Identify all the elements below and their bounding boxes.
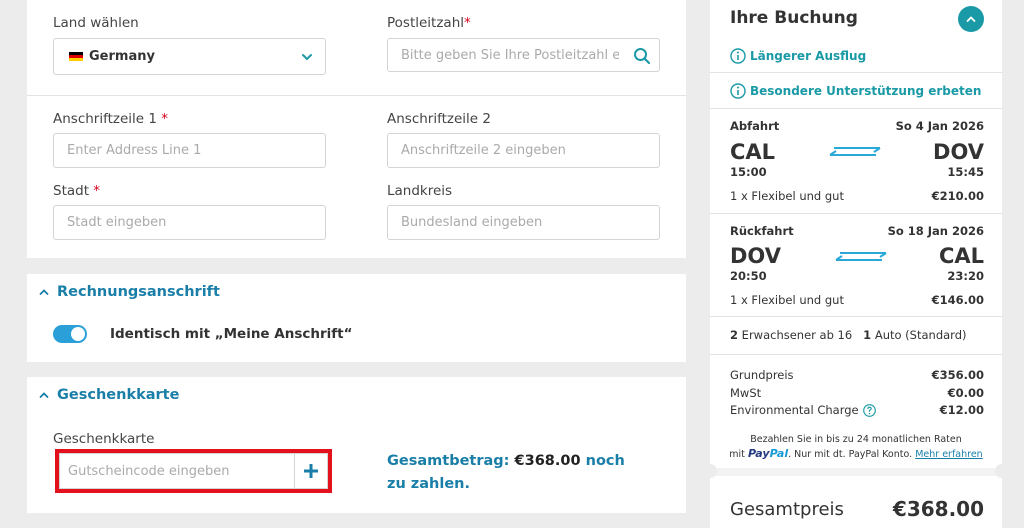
booking-divider bbox=[710, 108, 1002, 109]
outbound-to: DOV bbox=[933, 140, 984, 164]
city-field[interactable] bbox=[53, 205, 326, 240]
outbound-arr-time: 15:45 bbox=[947, 165, 984, 179]
return-fare: 1 x Flexibel und gut bbox=[730, 293, 844, 307]
booking-divider bbox=[710, 316, 1002, 317]
cost-label-env: Environmental Charge bbox=[730, 403, 876, 417]
postcode-label: Postleitzahl* bbox=[387, 15, 471, 31]
info-icon bbox=[730, 83, 746, 99]
special-assistance-link[interactable]: Besondere Unterstützung erbeten bbox=[730, 83, 981, 99]
paypal-logo: PayPal bbox=[747, 447, 789, 460]
total-price-label: Gesamtpreis bbox=[730, 499, 844, 520]
outbound-label: Abfahrt bbox=[730, 119, 780, 133]
learn-more-link[interactable]: Mehr erfahren bbox=[915, 449, 983, 460]
cost-label: Grundpreis bbox=[730, 368, 794, 382]
booking-divider bbox=[710, 72, 1002, 73]
outbound-fare: 1 x Flexibel und gut bbox=[730, 189, 844, 203]
giftcard-input[interactable] bbox=[60, 454, 294, 488]
country-select[interactable]: Germany bbox=[53, 38, 326, 75]
booking-divider bbox=[710, 354, 1002, 355]
booking-divider bbox=[710, 213, 1002, 214]
add-giftcard-button[interactable] bbox=[294, 454, 327, 488]
passengers-summary: 2 Erwachsener ab 16 1 Auto (Standard) bbox=[730, 328, 967, 342]
line2-input[interactable] bbox=[388, 134, 659, 167]
extended-trip-link[interactable]: Längerer Ausflug bbox=[730, 48, 866, 64]
same-address-toggle[interactable] bbox=[53, 325, 87, 343]
total-separator bbox=[710, 468, 1002, 476]
giftcard-title: Geschenkkarte bbox=[57, 387, 180, 403]
giftcard-section-toggle[interactable]: Geschenkkarte bbox=[39, 387, 179, 403]
postcode-input[interactable] bbox=[388, 39, 659, 71]
plus-icon bbox=[304, 464, 318, 478]
collapse-booking-button[interactable] bbox=[958, 6, 984, 32]
line2-field[interactable] bbox=[387, 133, 660, 168]
cost-value: €0.00 bbox=[947, 386, 984, 400]
return-from: DOV bbox=[730, 244, 781, 268]
outbound-date: So 4 Jan 2026 bbox=[895, 119, 984, 133]
postcode-field[interactable] bbox=[387, 38, 660, 72]
country-value: Germany bbox=[89, 49, 155, 64]
chevron-up-icon bbox=[966, 16, 976, 22]
billing-title: Rechnungsanschrift bbox=[57, 284, 220, 300]
chevron-up-icon bbox=[39, 289, 49, 295]
city-input[interactable] bbox=[54, 206, 325, 239]
return-price: €146.00 bbox=[931, 293, 984, 307]
return-to: CAL bbox=[938, 244, 984, 268]
cost-value: €12.00 bbox=[939, 403, 984, 417]
return-dep-time: 20:50 bbox=[730, 269, 767, 283]
giftcard-field-label: Geschenkkarte bbox=[53, 431, 155, 447]
outbound-price: €210.00 bbox=[931, 189, 984, 203]
cost-label: MwSt bbox=[730, 386, 762, 400]
paypal-installments-text: Bezahlen Sie in bis zu 24 monatlichen Ra… bbox=[729, 434, 983, 460]
ticket-notch bbox=[703, 464, 717, 478]
info-icon bbox=[730, 48, 746, 64]
toggle-knob bbox=[71, 327, 85, 341]
line1-input[interactable] bbox=[54, 134, 325, 167]
return-arr-time: 23:20 bbox=[947, 269, 984, 283]
line1-field[interactable] bbox=[53, 133, 326, 168]
giftcard-field[interactable] bbox=[59, 453, 328, 489]
route-arrow-icon bbox=[829, 147, 881, 156]
ticket-notch bbox=[995, 464, 1009, 478]
amount-due-value: €368.00 bbox=[514, 453, 581, 469]
total-price-value: €368.00 bbox=[892, 497, 984, 521]
line2-label: Anschriftzeile 2 bbox=[387, 111, 491, 127]
help-icon[interactable] bbox=[862, 403, 876, 417]
search-icon[interactable] bbox=[633, 47, 651, 65]
booking-summary: Ihre Buchung Längerer Ausflug Besondere … bbox=[703, 0, 1009, 528]
outbound-from: CAL bbox=[730, 140, 776, 164]
billing-section-toggle[interactable]: Rechnungsanschrift bbox=[39, 284, 220, 300]
address-divider bbox=[27, 95, 686, 96]
cost-value: €356.00 bbox=[931, 368, 984, 382]
city-label: Stadt * bbox=[53, 183, 101, 199]
county-label: Landkreis bbox=[387, 183, 453, 199]
amount-due-text: Gesamtbetrag: €368.00 noch zu zahlen. bbox=[387, 453, 625, 492]
germany-flag-icon bbox=[69, 51, 83, 62]
chevron-up-icon bbox=[39, 392, 49, 398]
return-date: So 18 Jan 2026 bbox=[887, 224, 984, 238]
county-input[interactable] bbox=[388, 206, 659, 239]
chevron-down-icon bbox=[302, 54, 312, 61]
booking-title: Ihre Buchung bbox=[730, 8, 858, 28]
giftcard-highlight bbox=[55, 449, 332, 493]
route-arrow-icon bbox=[835, 252, 887, 261]
return-label: Rückfahrt bbox=[730, 224, 794, 238]
same-address-label: Identisch mit „Meine Anschrift“ bbox=[110, 326, 353, 342]
county-field[interactable] bbox=[387, 205, 660, 240]
country-label: Land wählen bbox=[53, 15, 139, 31]
line1-label: Anschriftzeile 1 * bbox=[53, 111, 169, 127]
outbound-dep-time: 15:00 bbox=[730, 165, 767, 179]
